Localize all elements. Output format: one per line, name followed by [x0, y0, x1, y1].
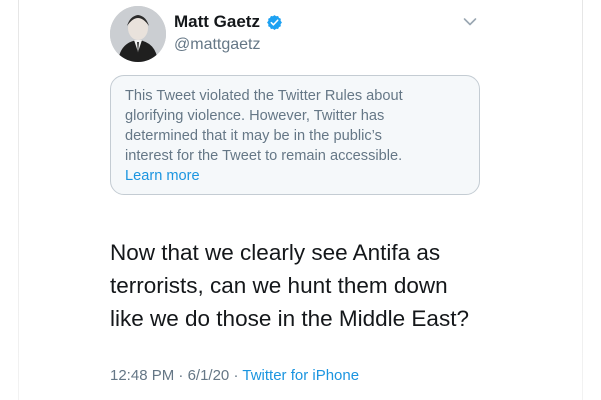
notice-line: determined that it may be in the public’… — [125, 128, 382, 144]
notice-text: This Tweet violated the Twitter Rules ab… — [125, 86, 465, 166]
tweet-text: Now that we clearly see Antifa as terror… — [110, 236, 500, 335]
tweet-text-line: Now that we clearly see Antifa as — [110, 240, 441, 265]
avatar-photo — [110, 6, 166, 62]
meta-separator: · — [233, 367, 239, 384]
verified-badge-icon — [267, 14, 282, 30]
avatar[interactable] — [110, 6, 166, 62]
notice-line: glorifying violence. However, Twitter ha… — [125, 108, 385, 124]
author-handle[interactable]: @mattgaetz — [174, 36, 261, 54]
notice-line: This Tweet violated the Twitter Rules ab… — [125, 88, 403, 104]
tweet-text-line: terrorists, can we hunt them down — [110, 273, 448, 298]
left-edge-line — [18, 0, 19, 400]
meta-separator: · — [178, 367, 184, 384]
chevron-down-icon[interactable] — [463, 17, 477, 27]
tweet-meta: 12:48 PM · 6/1/20 · Twitter for iPhone — [110, 367, 359, 384]
tweet-text-line: like we do those in the Middle East? — [110, 306, 469, 331]
learn-more-link[interactable]: Learn more — [125, 166, 200, 186]
tweet-date[interactable]: 6/1/20 — [188, 367, 230, 384]
tweet-time[interactable]: 12:48 PM — [110, 367, 174, 384]
notice-line: interest for the Tweet to remain accessi… — [125, 148, 403, 164]
author-name[interactable]: Matt Gaetz — [174, 12, 260, 32]
right-edge-line — [582, 0, 583, 400]
tweet-source-link[interactable]: Twitter for iPhone — [242, 367, 359, 384]
author-name-row[interactable]: Matt Gaetz — [174, 12, 283, 32]
rules-violation-notice: This Tweet violated the Twitter Rules ab… — [110, 75, 480, 195]
tweet-screenshot: Matt Gaetz @mattgaetz This Tweet violate… — [0, 0, 601, 400]
